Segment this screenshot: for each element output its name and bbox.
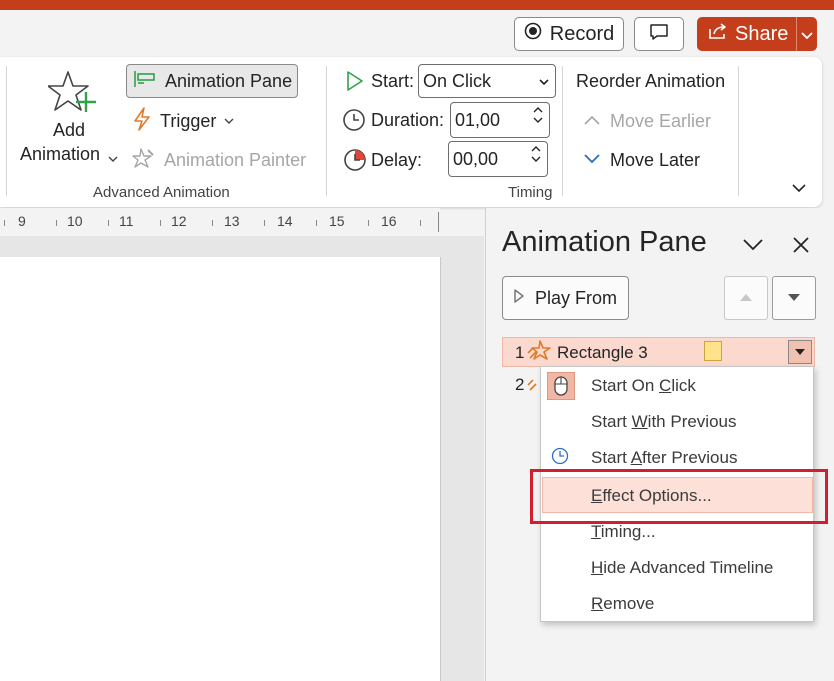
animation-pane-button[interactable]: Animation Pane xyxy=(126,64,298,98)
share-main[interactable]: Share xyxy=(697,17,796,51)
ruler-number: 15 xyxy=(329,213,345,229)
chevron-up-icon xyxy=(533,107,543,113)
animation-pane-label: Animation Pane xyxy=(165,70,293,91)
animation-item-number: 2 xyxy=(515,375,525,394)
ruler-number: 10 xyxy=(67,213,83,229)
chevron-down-icon xyxy=(224,112,234,130)
add-animation-label-line1: Add xyxy=(53,120,86,140)
chevron-down-icon xyxy=(538,73,550,94)
menu-item-start-after-previous[interactable]: Start After Previous xyxy=(591,448,737,468)
move-earlier-label: Move Earlier xyxy=(610,110,712,131)
trigger-button[interactable]: Trigger xyxy=(132,106,242,136)
move-earlier-button[interactable]: Move Earlier xyxy=(584,108,734,134)
spinner-arrows[interactable] xyxy=(533,106,543,124)
delay-spinner[interactable]: 00,00 xyxy=(448,141,548,177)
duration-value: 01,00 xyxy=(455,109,501,130)
start-select[interactable]: On Click xyxy=(418,64,556,98)
delay-label: Delay: xyxy=(371,150,423,170)
trigger-label: Trigger xyxy=(160,110,217,131)
share-button[interactable]: Share xyxy=(697,17,817,51)
move-up-button[interactable] xyxy=(724,276,768,320)
record-label: Record xyxy=(549,22,615,45)
timeline-bar xyxy=(704,341,722,361)
animation-painter-icon xyxy=(132,146,156,175)
chevron-down-icon xyxy=(531,156,541,162)
animation-item-label: Rectangle 3 xyxy=(557,343,648,362)
animation-pane-title: Animation Pane xyxy=(502,226,707,258)
start-value: On Click xyxy=(423,70,492,91)
ruler-number: 12 xyxy=(171,213,187,229)
start-label: Start: xyxy=(371,71,415,91)
close-icon[interactable] xyxy=(792,236,810,259)
spinner-arrows[interactable] xyxy=(531,145,541,163)
lightning-icon xyxy=(132,106,152,136)
ruler-number: 14 xyxy=(277,213,293,229)
chevron-down-icon xyxy=(801,23,813,46)
chevron-up-icon xyxy=(584,112,600,130)
add-animation-label-line2: Animation xyxy=(20,144,101,164)
delay-clock-icon xyxy=(342,147,368,178)
clock-icon xyxy=(342,108,366,137)
ribbon-separator xyxy=(326,66,327,196)
ruler-number: 11 xyxy=(119,213,134,229)
ribbon-collapse-chevron-icon[interactable] xyxy=(792,180,806,198)
ribbon-separator xyxy=(6,66,7,196)
menu-item-timing[interactable]: Timing... xyxy=(591,522,656,542)
animation-effect-star-icon xyxy=(526,338,552,369)
chevron-down-icon xyxy=(533,117,543,123)
share-label: Share xyxy=(735,22,789,45)
triangle-down-icon xyxy=(794,343,806,361)
comment-icon xyxy=(649,23,669,46)
chevron-down-icon xyxy=(584,151,600,169)
triangle-up-icon xyxy=(739,289,753,307)
menu-item-start-on-click[interactable]: Start On Click xyxy=(591,376,696,396)
menu-item-start-with-previous[interactable]: Start With Previous xyxy=(591,412,737,432)
chevron-up-icon xyxy=(531,146,541,152)
reorder-animation-title: Reorder Animation xyxy=(576,71,726,91)
animation-painter-label: Animation Painter xyxy=(164,149,307,170)
slide[interactable] xyxy=(0,257,440,681)
add-animation-button[interactable]: Add Animation xyxy=(16,66,120,178)
advanced-animation-group-label: Advanced Animation xyxy=(93,184,230,201)
share-dropdown[interactable] xyxy=(797,23,817,46)
move-down-button[interactable] xyxy=(772,276,816,320)
animation-item-dropdown[interactable] xyxy=(788,340,812,364)
clock-icon xyxy=(551,447,569,470)
duration-label: Duration: xyxy=(371,110,445,130)
play-from-label: Play From xyxy=(535,287,618,308)
delay-value: 00,00 xyxy=(453,148,499,169)
mouse-click-icon xyxy=(546,371,576,405)
menu-item-hide-advanced-timeline[interactable]: Hide Advanced Timeline xyxy=(591,558,773,578)
pane-options-chevron-icon[interactable] xyxy=(742,238,764,257)
animation-painter-button[interactable]: Animation Painter xyxy=(132,146,312,174)
animation-pane-icon xyxy=(133,69,157,94)
menu-item-remove[interactable]: Remove xyxy=(591,594,654,614)
move-later-label: Move Later xyxy=(610,149,701,170)
horizontal-ruler: 9 10 11 12 13 14 15 16 xyxy=(0,208,440,236)
ruler-number: 16 xyxy=(381,213,397,229)
play-triangle-icon xyxy=(345,70,365,97)
duration-spinner[interactable]: 01,00 xyxy=(450,102,550,138)
ruler-number: 13 xyxy=(224,213,240,229)
ruler-number: 9 xyxy=(18,213,26,229)
triangle-down-icon xyxy=(787,289,801,307)
play-icon xyxy=(513,288,525,309)
ribbon-separator xyxy=(562,66,563,196)
move-later-button[interactable]: Move Later xyxy=(584,147,734,173)
play-from-button[interactable]: Play From xyxy=(502,276,629,320)
record-icon xyxy=(524,22,542,46)
chevron-down-icon xyxy=(108,150,118,168)
record-button[interactable]: Record xyxy=(514,17,624,51)
animation-item-number: 1 xyxy=(515,343,525,362)
title-bar xyxy=(0,0,834,10)
comments-button[interactable] xyxy=(634,17,684,51)
ribbon-separator xyxy=(738,66,739,196)
add-animation-star-icon xyxy=(47,70,96,121)
highlight-annotation-box xyxy=(530,469,828,524)
share-icon xyxy=(708,22,728,46)
timing-group-label: Timing xyxy=(508,184,553,201)
